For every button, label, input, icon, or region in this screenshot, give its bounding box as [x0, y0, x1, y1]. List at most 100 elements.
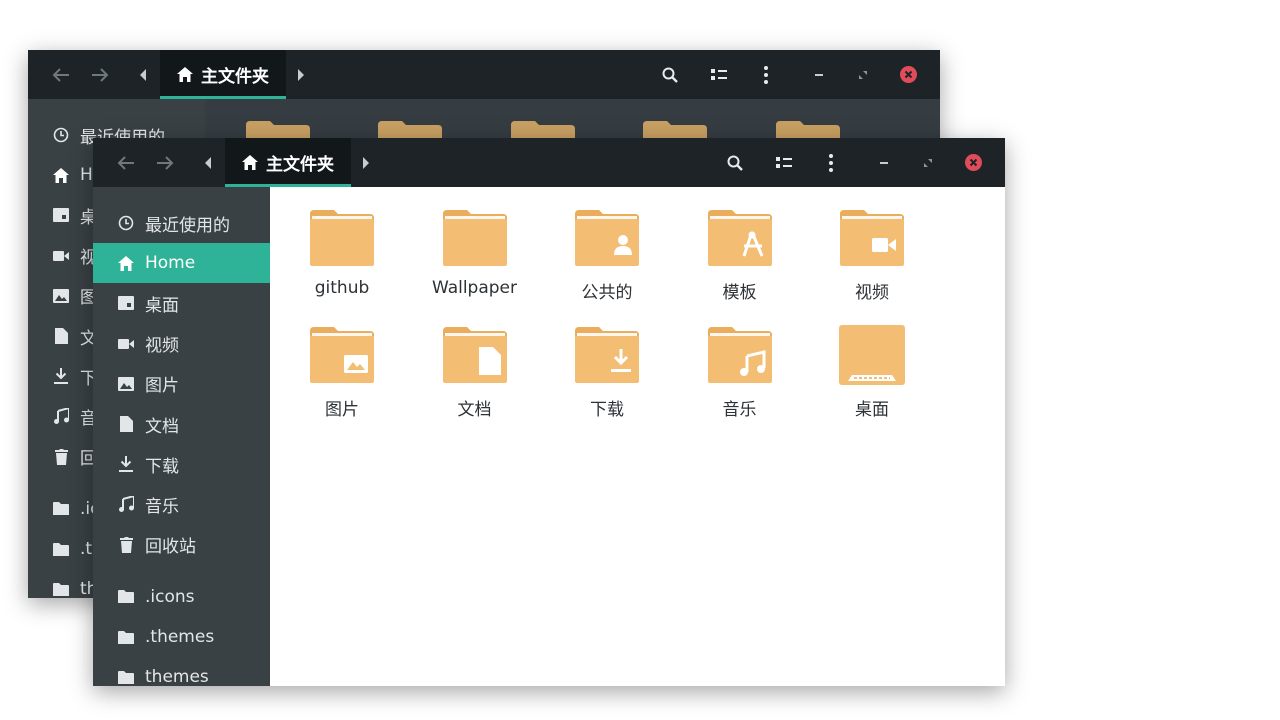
sidebar-item[interactable]: .themes	[93, 617, 270, 657]
home-icon	[177, 67, 193, 82]
view-list-icon[interactable]	[705, 50, 733, 99]
path-scroll-left-icon[interactable]	[136, 50, 150, 99]
video-icon	[52, 247, 70, 265]
sidebar-item-label: 图片	[145, 376, 179, 397]
file-item[interactable]: 桌面	[817, 325, 927, 435]
clock-icon	[117, 214, 135, 232]
image-icon	[117, 375, 135, 393]
more-menu-icon[interactable]	[752, 50, 780, 99]
folder-icon	[575, 327, 639, 383]
folder-icon	[117, 628, 135, 646]
file-view: github Wallpaper 公共的 模板 视频 图片 文档 下载 音乐 桌…	[270, 187, 1005, 686]
path-tab-label: 主文件夹	[266, 155, 334, 175]
home-icon	[52, 166, 70, 184]
headerbar: 主文件夹	[28, 50, 940, 99]
trash-icon	[117, 536, 135, 554]
folder-icon	[117, 588, 135, 606]
file-name: github	[314, 278, 370, 298]
file-item[interactable]: github	[287, 208, 397, 318]
sidebar-item[interactable]: themes	[93, 657, 270, 686]
folder-icon	[52, 540, 70, 558]
back-arrow-icon[interactable]	[113, 138, 139, 187]
sidebar-item[interactable]: 图片	[93, 364, 270, 404]
headerbar: 主文件夹	[93, 138, 1005, 187]
path-scroll-right-icon[interactable]	[359, 138, 373, 187]
sidebar-item[interactable]: 音乐	[93, 484, 270, 524]
sidebar-item[interactable]: 下载	[93, 444, 270, 484]
sidebar: 最近使用的 Home 桌面视频图片文档下载音乐回收站 .icons .themes the…	[93, 187, 270, 686]
back-arrow-icon[interactable]	[48, 50, 74, 99]
file-item[interactable]: 模板	[685, 208, 795, 318]
file-name: 下载	[590, 400, 624, 420]
search-icon[interactable]	[721, 138, 749, 187]
search-icon[interactable]	[656, 50, 684, 99]
file-item[interactable]: 文档	[420, 325, 530, 435]
sidebar-item[interactable]: 回收站	[93, 525, 270, 565]
path-tab-home[interactable]: 主文件夹	[160, 50, 286, 99]
view-list-icon[interactable]	[770, 138, 798, 187]
sidebar-item-label: 文档	[145, 416, 179, 437]
sidebar-item-label: themes	[145, 667, 209, 686]
home-icon	[117, 254, 135, 272]
path-scroll-right-icon[interactable]	[294, 50, 308, 99]
download-icon	[52, 367, 70, 385]
folder-icon	[707, 210, 772, 266]
folder-icon	[442, 210, 507, 266]
desktop-icon	[117, 294, 135, 312]
minimize-icon[interactable]	[808, 50, 830, 99]
file-item[interactable]: 音乐	[685, 325, 795, 435]
close-icon[interactable]	[894, 50, 922, 99]
path-tab-home[interactable]: 主文件夹	[225, 138, 351, 187]
folder-icon	[575, 210, 639, 266]
folder-icon	[442, 327, 507, 383]
desktop-icon	[52, 206, 70, 224]
home-icon	[242, 155, 258, 170]
maximize-icon[interactable]	[917, 138, 939, 187]
sidebar-item-label: H	[80, 165, 93, 186]
file-name: 视频	[855, 283, 889, 303]
folder-icon	[310, 210, 374, 266]
file-manager-window: 主文件夹 最近使用的 Home 桌面 视频 图片 文档 下载 音乐 回收站 .icons .them…	[93, 138, 1005, 686]
close-icon[interactable]	[959, 138, 987, 187]
file-item[interactable]: 视频	[817, 208, 927, 318]
file-item[interactable]: 图片	[287, 325, 397, 435]
music-icon	[52, 407, 70, 425]
sidebar-item-label: 下载	[145, 456, 179, 477]
sidebar-item[interactable]: 桌面	[93, 283, 270, 323]
sidebar-item-label: 视频	[145, 336, 179, 357]
file-name: Wallpaper	[431, 278, 518, 298]
file-name: 音乐	[722, 400, 757, 420]
folder-icon	[117, 668, 135, 686]
sidebar-item-label: 回收站	[145, 537, 196, 558]
forward-arrow-icon[interactable]	[152, 138, 178, 187]
file-item[interactable]: 公共的	[552, 208, 662, 318]
path-tab-label: 主文件夹	[201, 67, 269, 87]
trash-icon	[52, 448, 70, 466]
folder-icon	[310, 327, 374, 383]
forward-arrow-icon[interactable]	[87, 50, 113, 99]
path-scroll-left-icon[interactable]	[201, 138, 215, 187]
sidebar-item[interactable]: .icons	[93, 577, 270, 617]
image-icon	[52, 287, 70, 305]
document-icon	[117, 415, 135, 433]
download-icon	[117, 455, 135, 473]
maximize-icon[interactable]	[852, 50, 874, 99]
file-item[interactable]: Wallpaper	[420, 208, 530, 318]
sidebar-item-label: 最近使用的	[145, 215, 230, 236]
minimize-icon[interactable]	[873, 138, 895, 187]
desktop-folder-icon	[839, 325, 905, 385]
sidebar-item[interactable]: 文档	[93, 404, 270, 444]
file-item[interactable]: 下载	[552, 325, 662, 435]
folder-icon	[840, 210, 904, 266]
video-icon	[117, 335, 135, 353]
sidebar-item[interactable]: 最近使用的	[93, 203, 270, 243]
file-name: 文档	[457, 400, 492, 420]
more-menu-icon[interactable]	[817, 138, 845, 187]
sidebar-item[interactable]: 视频	[93, 324, 270, 364]
file-name: 公共的	[581, 283, 633, 303]
document-icon	[52, 327, 70, 345]
sidebar-item-label: 桌面	[145, 295, 179, 316]
sidebar-item-label: Home	[145, 253, 196, 274]
sidebar-item-label: .icons	[145, 586, 195, 607]
sidebar-item[interactable]: Home	[93, 243, 270, 284]
